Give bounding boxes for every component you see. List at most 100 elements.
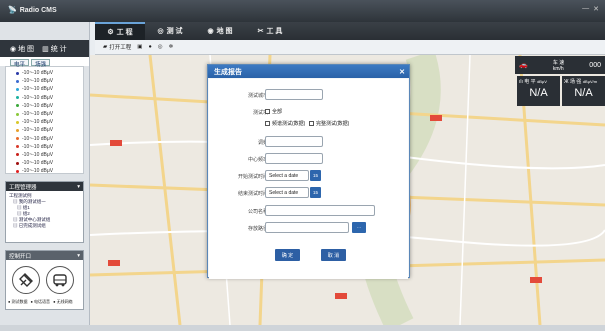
target-button[interactable]: ◎ [158, 44, 163, 50]
chevron-down-icon[interactable]: ▾ [77, 253, 80, 259]
signal-legend-item: -10~-10 dBμV [6, 126, 83, 134]
signal-legend-item: -10~-10 dBμV [6, 77, 83, 85]
tab-map[interactable]: ◉ 地 图 [10, 44, 34, 54]
app-title: 📡 Radio CMS [8, 6, 57, 15]
field-range: 调频 [209, 136, 410, 148]
chart-icon: ▥ [42, 45, 49, 53]
calendar-icon[interactable]: 15 [310, 170, 321, 181]
end-date-input[interactable]: Select a date [265, 187, 309, 198]
signal-icon: ılı [519, 79, 523, 85]
color-dot-icon [16, 137, 19, 141]
status-bar [0, 325, 605, 331]
speed-value: 000 [589, 61, 601, 69]
signal-subtabs: 电平 场强 [0, 57, 89, 68]
signal-legend-item: -10~-10 dBμV [6, 143, 83, 151]
flower-button[interactable]: ✲ [169, 44, 174, 50]
company-input[interactable] [265, 205, 375, 216]
level-readout: ılı 电 平 dBμV N/A [517, 76, 560, 106]
target-icon: ◎ [157, 44, 163, 50]
browse-button[interactable]: ··· [352, 222, 366, 233]
test-city-input[interactable] [265, 89, 323, 100]
color-dot-icon [16, 153, 19, 157]
signal-legend-item: -10~-10 dBμV [6, 167, 83, 175]
generate-report-dialog: 生成报告 ✕ 测试城市 测试项 全部 频谱测试(数据) 完整测试(数据) 调频 中… [207, 64, 410, 279]
signal-legend-item: -10~-10 dBμV [6, 94, 83, 102]
field-test-city: 测试城市 [209, 89, 410, 101]
gauge-icon: ◎ [157, 28, 164, 35]
field-save-path: 存放路径 ··· [209, 222, 410, 234]
title-bar: 📡 Radio CMS — ✕ [0, 0, 605, 22]
menu-project[interactable]: ⚙ 工 程 [95, 22, 145, 40]
signal-scan-button[interactable] [12, 266, 40, 294]
main-menu: ⚙ 工 程 ◎ 测 试 ◉ 地 图 ✂ 工 具 [95, 22, 605, 40]
globe-icon: ◉ [207, 28, 214, 35]
gear-icon: ⚙ [107, 29, 114, 36]
checkbox-icon [265, 109, 270, 114]
close-icon[interactable]: ✕ [593, 5, 599, 13]
subtab-level[interactable]: 电平 [10, 59, 30, 68]
project-tree: 工程测试例 ▤ 我的测试组一 ▤ 组1 ▤ 组2 ▤ 测试中心测试组 ▤ 已完成测试组 [6, 191, 83, 242]
signal-legend-item: -10~-10 dBμV [6, 85, 83, 93]
antenna-icon: Ж [564, 79, 569, 85]
signal-legend-item: -10~-10 dBμV [6, 135, 83, 143]
color-dot-icon [16, 71, 19, 75]
subtab-field-strength[interactable]: 场强 [31, 59, 51, 68]
project-manager-header: 工程管理器 ▾ [6, 182, 83, 191]
control-panel-header: 控制开口 ▾ [6, 251, 83, 260]
color-dot-icon [16, 96, 19, 100]
ok-button[interactable]: 确 定 [275, 249, 300, 261]
cancel-button[interactable]: 取 消 [321, 249, 346, 261]
range-input[interactable] [265, 136, 323, 147]
check-spectrum[interactable]: 频谱测试(数据) [265, 120, 305, 127]
satellite-icon [19, 273, 33, 287]
car-icon: 🚗 [519, 62, 528, 69]
signal-legend-item: -10~-10 dBμV [6, 159, 83, 167]
menu-tools[interactable]: ✂ 工 具 [245, 22, 295, 40]
vehicle-button[interactable] [46, 266, 74, 294]
dialog-header: 生成报告 ✕ [208, 65, 409, 78]
tab-stats[interactable]: ▥ 统 计 [42, 44, 67, 54]
minimize-icon[interactable]: — [582, 5, 589, 13]
field-test-options: 频谱测试(数据) 完整测试(数据) [209, 118, 410, 130]
check-all[interactable]: 全部 [265, 108, 282, 115]
save-icon: ▣ [137, 44, 143, 50]
color-dot-icon [16, 112, 19, 116]
folder-icon: ▰ [103, 44, 108, 50]
field-strength-value: N/A [574, 87, 593, 99]
bus-icon [53, 274, 67, 287]
checkbox-icon [309, 121, 314, 126]
field-center-freq: 中心频率 [209, 153, 410, 165]
checkbox-icon [265, 121, 270, 126]
speed-panel: 🚗 车 速 km/h 000 [515, 56, 605, 74]
flower-icon: ✲ [168, 44, 174, 50]
status-hud: 🚗 车 速 km/h 000 ılı 电 平 dBμV N/A Ж 场 强 dBμ… [515, 56, 605, 106]
toolbar: ▰ 打开工程 ▣ ● ◎ ✲ [95, 40, 605, 55]
chevron-down-icon[interactable]: ▾ [77, 184, 80, 190]
start-date-input[interactable]: Select a date [265, 170, 309, 181]
color-dot-icon [16, 87, 19, 91]
signal-legend-item: -10~-10 dBμV [6, 151, 83, 159]
signal-legend-item: -10~-10 dBμV [6, 69, 83, 77]
center-freq-input[interactable] [265, 153, 323, 164]
calendar-icon[interactable]: 15 [310, 187, 321, 198]
dialog-body: 测试城市 测试项 全部 频谱测试(数据) 完整测试(数据) 调频 中心频率 开始… [209, 79, 408, 279]
open-project-button[interactable]: ▰ 打开工程 [103, 43, 131, 51]
app-window: 📡 Radio CMS — ✕ ⚙ 工 程 ◎ 测 试 ◉ 地 图 ✂ 工 具 ▰ 打开工… [0, 0, 605, 331]
signal-legend-item: -10~-10 dBμV [6, 102, 83, 110]
globe-icon: ◉ [10, 45, 17, 53]
dialog-title: 生成报告 [214, 68, 242, 76]
field-test-item: 测试项 全部 [252, 108, 283, 116]
save-button[interactable]: ▣ [137, 44, 142, 50]
close-icon[interactable]: ✕ [399, 68, 405, 76]
menu-test[interactable]: ◎ 测 试 [145, 22, 195, 40]
project-manager: 工程管理器 ▾ 工程测试例 ▤ 我的测试组一 ▤ 组1 ▤ 组2 ▤ 测试中心测试组 ▤ 已… [5, 181, 84, 243]
tree-item[interactable]: ▤ 已完成测试组 [9, 223, 80, 229]
signal-legend-item: -10~-10 dBμV [6, 110, 83, 118]
color-dot-icon [16, 104, 19, 108]
globe-button[interactable]: ● [148, 44, 151, 50]
menu-map[interactable]: ◉ 地 图 [195, 22, 245, 40]
control-panel: 控制开口 ▾ ● 测试数据 ● 电话语音 ● 无线网络 [5, 250, 84, 310]
save-path-input[interactable] [265, 222, 349, 233]
check-full[interactable]: 完整测试(数据) [309, 120, 349, 127]
color-dot-icon [16, 145, 19, 149]
